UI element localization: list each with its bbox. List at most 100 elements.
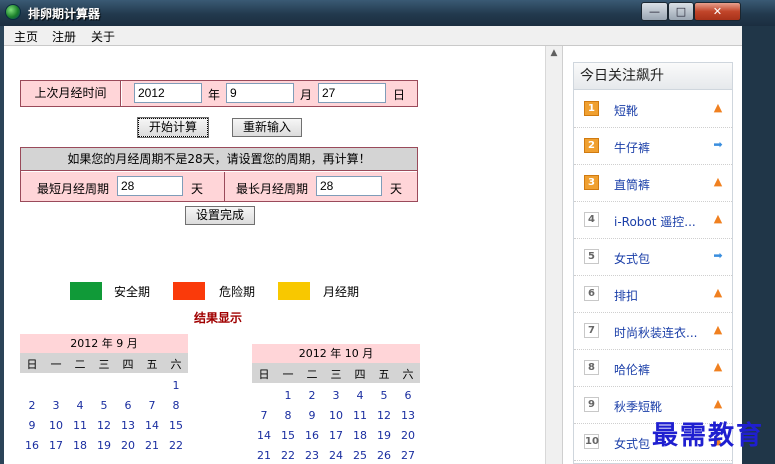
danger-period-swatch [173,282,205,300]
calendar-day[interactable]: 21 [252,449,276,462]
month-input[interactable] [226,83,294,103]
calendar-day[interactable]: 4 [68,399,92,412]
calendar-day[interactable]: 10 [44,419,68,432]
calendar-day[interactable]: 13 [116,419,140,432]
rank-badge: 6 [584,286,599,301]
calendar-day[interactable]: 21 [140,439,164,452]
calendar-day[interactable]: 3 [44,399,68,412]
calendar-day[interactable]: 2 [300,389,324,402]
menu-register[interactable]: 注册 [52,28,76,45]
year-input[interactable] [134,83,202,103]
calendar-day[interactable]: 2 [20,399,44,412]
trending-item[interactable]: 5 女式包 ➡ [574,239,732,276]
rank-badge: 3 [584,175,599,190]
trending-item[interactable]: 3 直筒裤 ▲ [574,165,732,202]
trending-item[interactable]: 4 i-Robot 遥控... ▲ [574,202,732,239]
trending-item-name[interactable]: 哈伦裤 [614,361,702,378]
calendar-day[interactable]: 22 [164,439,188,452]
arrow-up-icon: ▲ [713,323,723,336]
calendar-day[interactable]: 7 [140,399,164,412]
safe-period-label: 安全期 [114,285,151,299]
calendar-day[interactable]: 15 [276,429,300,442]
danger-period-label: 危险期 [219,285,256,299]
arrow-up-icon: ▲ [713,101,723,114]
calendar-day[interactable]: 11 [68,419,92,432]
calendar-day[interactable]: 26 [372,449,396,462]
arrow-up-icon: ▲ [713,212,723,225]
weekday-label: 二 [306,368,318,381]
calculate-button[interactable]: 开始计算 [137,117,209,138]
calendar-september: 2012 年 9 月 日一二三四五六 1 2 3 4 5 6 7 8 9 10 11 12 13 14 15… [20,334,188,464]
scroll-up-icon[interactable]: ▲ [546,48,562,62]
calendar-day[interactable]: 9 [20,419,44,432]
calendar-day[interactable]: 23 [300,449,324,462]
trending-item[interactable]: 8 哈伦裤 ▲ [574,350,732,387]
trending-item-name[interactable]: i-Robot 遥控... [614,213,702,230]
trending-item-name[interactable]: 女式包 [614,250,702,267]
calendar-day[interactable]: 4 [348,389,372,402]
trending-item-name[interactable]: 秋季短靴 [614,398,702,415]
trending-item[interactable]: 1 短靴 ▲ [574,91,732,128]
longest-cycle-label: 最长月经周期 [236,182,309,196]
calendar-day[interactable]: 27 [396,449,420,462]
calendar-day[interactable]: 19 [372,429,396,442]
calendar-day[interactable]: 24 [324,449,348,462]
trending-item[interactable]: 6 排扣 ▲ [574,276,732,313]
title-bar: 排卵期计算器 — □ ✕ [0,0,775,26]
calendar-day[interactable]: 7 [252,409,276,422]
weekday-label: 三 [98,358,110,371]
menu-about[interactable]: 关于 [91,28,115,45]
trending-item-name[interactable]: 直筒裤 [614,176,702,193]
trending-item-name[interactable]: 时尚秋装连衣... [614,324,702,341]
weekday-label: 一 [282,368,294,381]
shortest-cycle-input[interactable] [117,176,183,196]
trending-panel: 今日关注飙升 1 短靴 ▲ 2 牛仔裤 ➡ 3 直筒裤 ▲ 4 i-Robot 遥控... ▲ 5 女式包… [573,62,733,464]
calendar-day[interactable]: 17 [44,439,68,452]
calendar-day[interactable]: 17 [324,429,348,442]
last-period-label: 上次月经时间 [21,81,121,106]
longest-cycle-unit: 天 [390,182,403,196]
calendar-day[interactable]: 16 [300,429,324,442]
trending-item-name[interactable]: 短靴 [614,102,702,119]
calendar-day[interactable]: 12 [92,419,116,432]
calendar-day[interactable]: 11 [348,409,372,422]
reset-button[interactable]: 重新输入 [232,118,302,137]
calendar-day[interactable]: 20 [396,429,420,442]
menu-home[interactable]: 主页 [14,28,38,45]
calendar-day[interactable]: 8 [276,409,300,422]
calendar-day[interactable]: 6 [396,389,420,402]
calendar-day[interactable]: 19 [92,439,116,452]
calendar-day[interactable]: 18 [68,439,92,452]
calendar-day[interactable]: 5 [92,399,116,412]
trending-item[interactable]: 2 牛仔裤 ➡ [574,128,732,165]
longest-cycle-input[interactable] [316,176,382,196]
calendar-day[interactable]: 15 [164,419,188,432]
calendar-day[interactable]: 9 [300,409,324,422]
calendar-day[interactable]: 16 [20,439,44,452]
calendar-day[interactable]: 20 [116,439,140,452]
calendar-day[interactable]: 8 [164,399,188,412]
calendar-day[interactable]: 14 [252,429,276,442]
calendar-day[interactable]: 6 [116,399,140,412]
trending-item[interactable]: 7 时尚秋装连衣... ▲ [574,313,732,350]
settings-done-button[interactable]: 设置完成 [185,206,255,225]
close-button[interactable]: ✕ [694,2,741,21]
calendar-day[interactable]: 13 [396,409,420,422]
calendar-day[interactable]: 12 [372,409,396,422]
calendar-day[interactable]: 14 [140,419,164,432]
minimize-button[interactable]: — [641,2,668,21]
calendar-day[interactable]: 5 [372,389,396,402]
calendar-day[interactable]: 10 [324,409,348,422]
trending-item-name[interactable]: 牛仔裤 [614,139,702,156]
calendar-day[interactable]: 25 [348,449,372,462]
trending-item-name[interactable]: 排扣 [614,287,702,304]
vertical-scrollbar[interactable]: ▲ [545,46,562,464]
maximize-button[interactable]: □ [668,2,694,21]
calendar-day[interactable]: 1 [276,389,300,402]
calendar-day[interactable]: 1 [164,379,188,392]
trending-title: 今日关注飙升 [574,63,732,90]
calendar-day[interactable]: 22 [276,449,300,462]
day-input[interactable] [318,83,386,103]
calendar-day[interactable]: 18 [348,429,372,442]
calendar-day[interactable]: 3 [324,389,348,402]
